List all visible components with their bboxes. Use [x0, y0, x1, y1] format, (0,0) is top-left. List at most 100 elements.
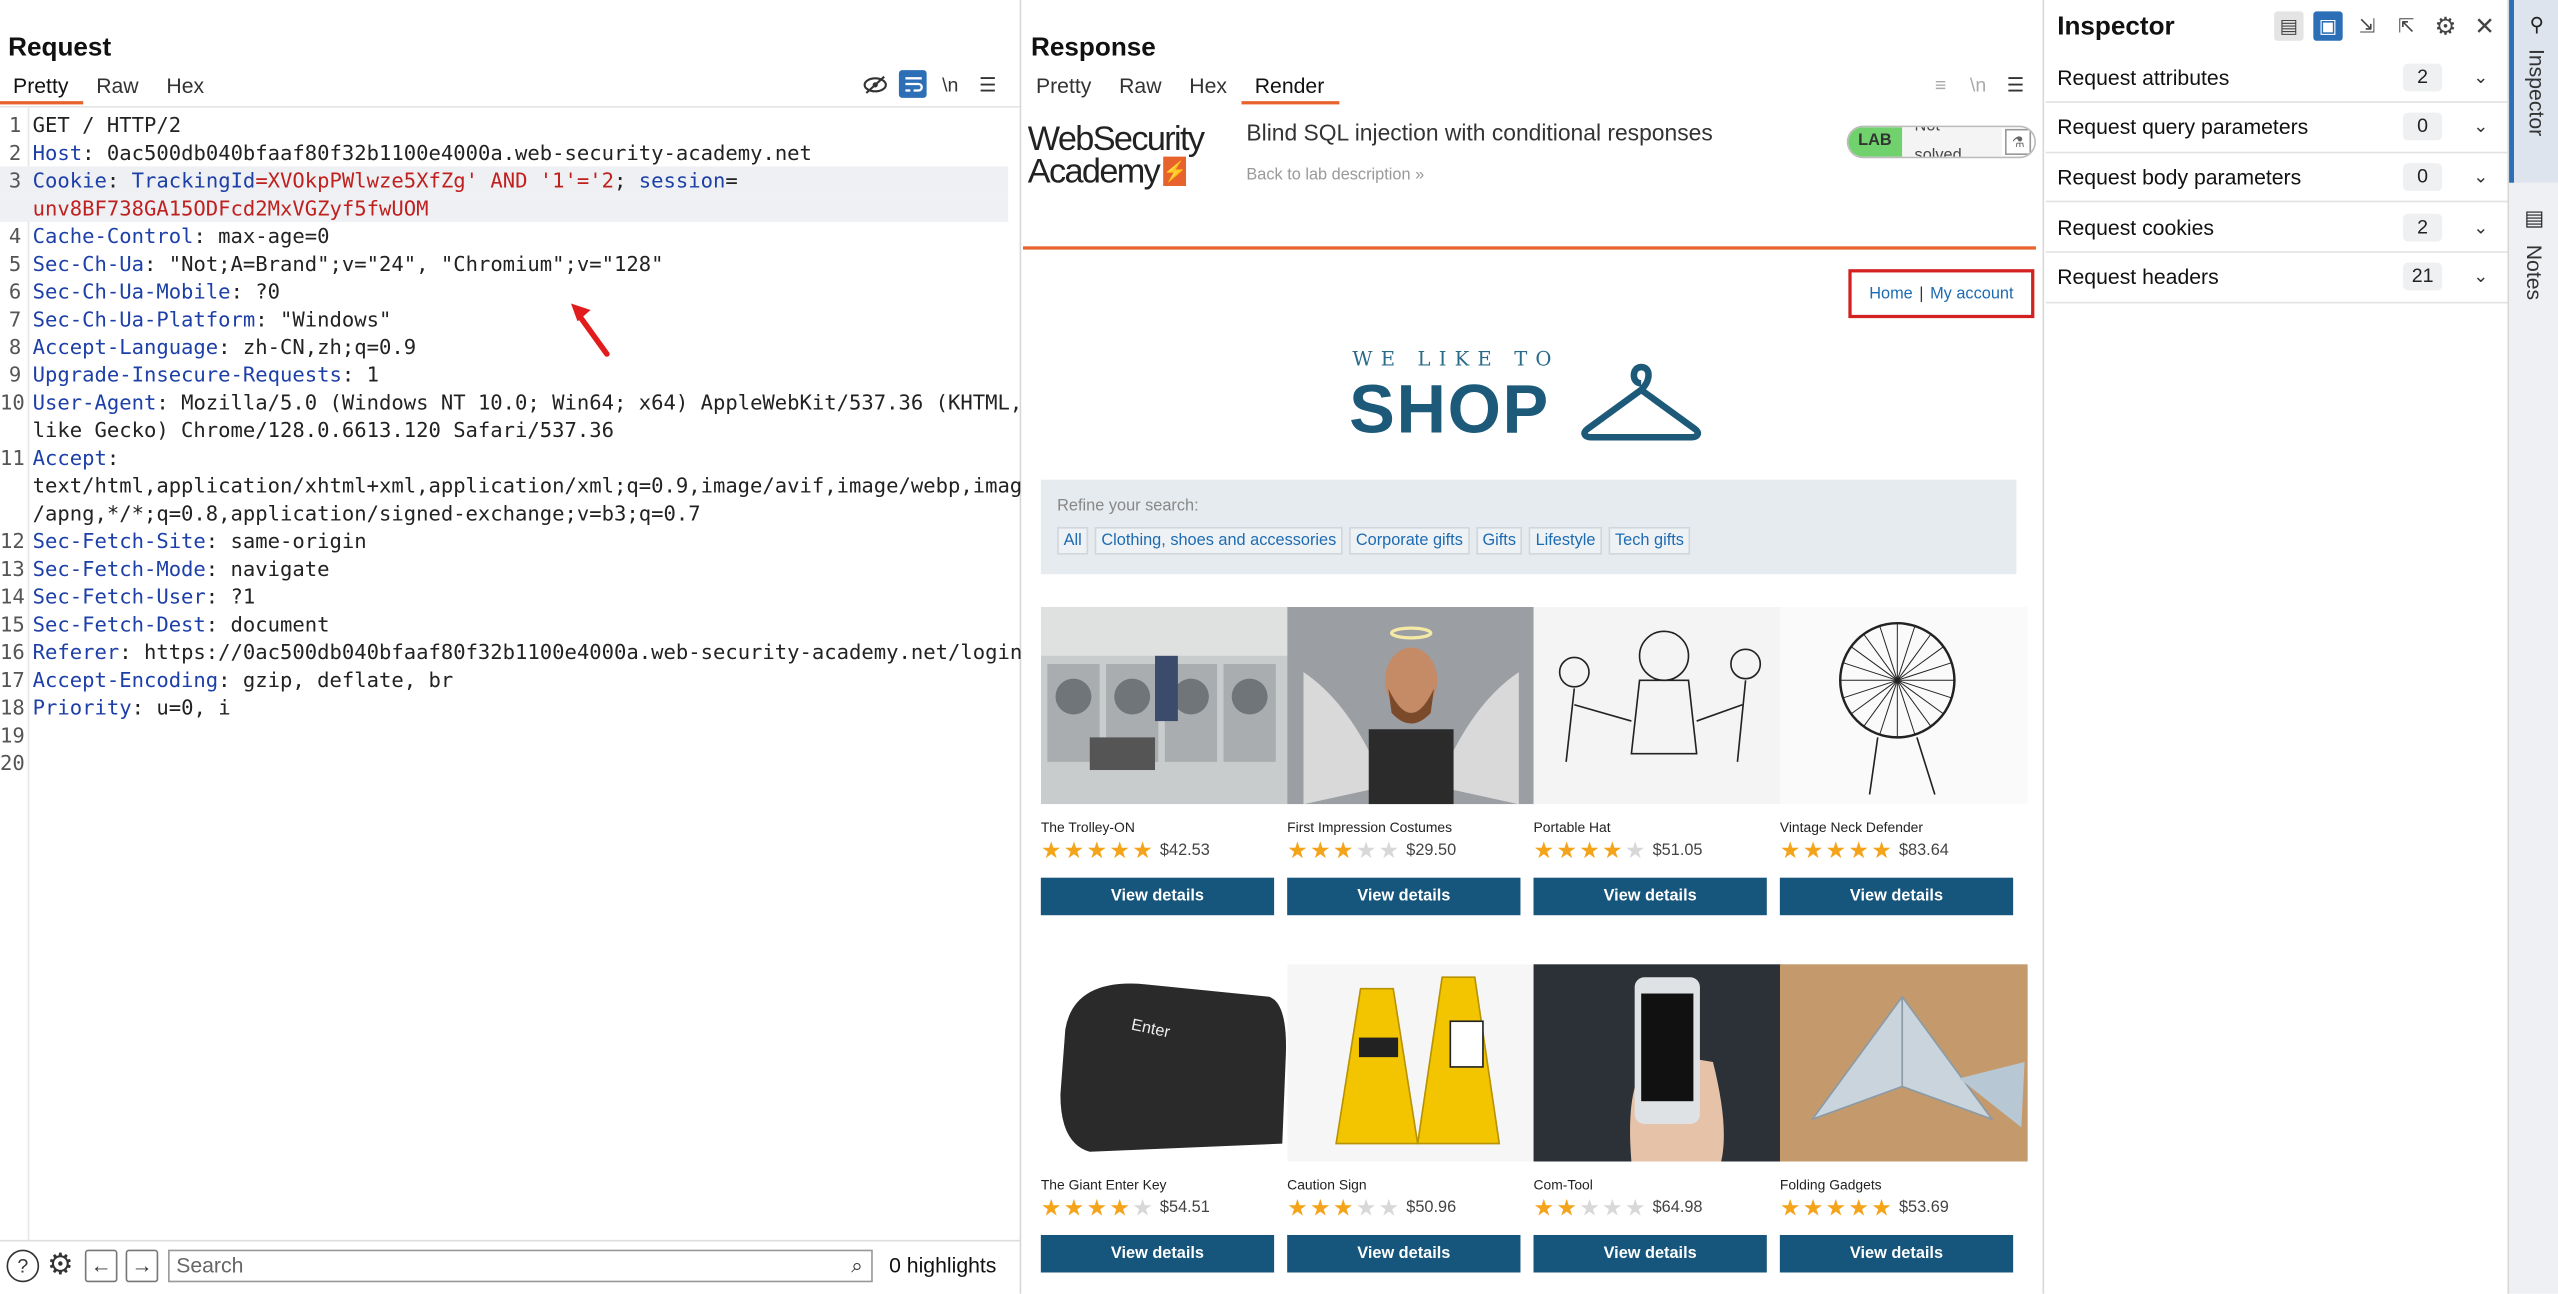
- response-title: Response: [1031, 34, 1156, 62]
- response-editor-tools: ≡ \n ☰: [1927, 70, 2030, 98]
- star-icon: ★: [1040, 836, 1062, 864]
- request-line: 20: [0, 749, 1008, 777]
- product-price: $29.50: [1406, 841, 1457, 860]
- nav-my-account-link[interactable]: My account: [1930, 285, 2013, 303]
- view-details-button[interactable]: View details: [1779, 877, 2014, 916]
- settings-gear-icon[interactable]: ⚙: [44, 1248, 77, 1282]
- side-tab-notes[interactable]: ▤ Notes: [2509, 206, 2558, 301]
- collapse-all-icon[interactable]: ⇱: [2392, 11, 2421, 40]
- star-icon: ★: [1355, 1194, 1377, 1221]
- header-name: Sec-Fetch-Dest: [32, 611, 206, 637]
- product-price: $51.05: [1652, 841, 1703, 860]
- view-details-button[interactable]: View details: [1533, 877, 1767, 916]
- star-icon: ★: [1040, 1194, 1062, 1221]
- line-content: Cache-Control: max-age=0: [33, 222, 330, 250]
- category-lifestyle[interactable]: Lifestyle: [1529, 526, 1602, 555]
- header-value: :: [106, 168, 132, 193]
- header-name: Accept-Encoding: [32, 667, 219, 692]
- category-all[interactable]: All: [1057, 526, 1089, 555]
- inspector-tab-icon: ⚲: [2529, 13, 2544, 36]
- tab-hex[interactable]: Hex: [153, 72, 218, 105]
- product-price: $53.69: [1898, 1199, 1949, 1218]
- line-content: Sec-Fetch-Site: same-origin: [33, 527, 367, 555]
- response-panel: Response Pretty Raw Hex Render ≡ \n ☰ We…: [1022, 0, 2045, 1294]
- star-icon: ★: [1533, 1194, 1555, 1221]
- tab-pretty[interactable]: Pretty: [0, 72, 84, 105]
- previous-arrow-icon[interactable]: ←: [84, 1248, 118, 1282]
- inspector-section[interactable]: Request body parameters 0 ⌄: [2045, 152, 2508, 203]
- tab-raw[interactable]: Raw: [1106, 72, 1176, 105]
- side-tab-inspector[interactable]: ⚲ Inspector: [2509, 0, 2558, 183]
- newline-toggle-icon[interactable]: \n: [936, 70, 964, 98]
- help-icon[interactable]: ?: [6, 1248, 40, 1282]
- request-line: 9 Upgrade-Insecure-Requests: 1: [0, 361, 1008, 389]
- settings-gear-icon[interactable]: ⚙: [2431, 11, 2460, 41]
- header-name: Upgrade-Insecure-Requests: [32, 362, 342, 387]
- view-details-button[interactable]: View details: [1287, 1234, 1521, 1273]
- line-number: 13: [0, 556, 25, 581]
- newline-toggle-icon[interactable]: \n: [1964, 70, 1992, 98]
- expand-all-icon[interactable]: ⇲: [2352, 11, 2381, 40]
- star-icon: ★: [1378, 1194, 1400, 1221]
- chevron-down-icon[interactable]: ⌄: [2473, 216, 2488, 238]
- category-clothing[interactable]: Clothing, shoes and accessories: [1094, 526, 1343, 555]
- star-icon: ★: [1802, 1194, 1824, 1221]
- request-line: 1 GET / HTTP/2: [0, 111, 1008, 139]
- product-name: Portable Hat: [1533, 818, 1611, 836]
- next-arrow-icon[interactable]: →: [125, 1248, 159, 1282]
- view-details-button[interactable]: View details: [1533, 1234, 1767, 1273]
- chevron-down-icon[interactable]: ⌄: [2473, 166, 2488, 188]
- search-input[interactable]: Search ⌕: [168, 1248, 873, 1282]
- layout-list-icon[interactable]: ▤: [2274, 11, 2304, 41]
- inspector-section[interactable]: Request attributes 2 ⌄: [2045, 52, 2508, 103]
- view-details-button[interactable]: View details: [1287, 877, 1521, 916]
- close-icon[interactable]: ✕: [2470, 11, 2499, 41]
- line-content: Sec-Fetch-Dest: document: [33, 610, 330, 638]
- chevron-down-icon[interactable]: ⌄: [2473, 116, 2488, 138]
- tab-hex[interactable]: Hex: [1176, 72, 1241, 105]
- word-wrap-icon[interactable]: [898, 70, 927, 98]
- request-line: /apng,*/*;q=0.8,application/signed-excha…: [0, 499, 1008, 527]
- tab-pretty[interactable]: Pretty: [1023, 72, 1106, 105]
- header-name: TrackingId: [131, 168, 256, 193]
- category-corporate-gifts[interactable]: Corporate gifts: [1349, 526, 1470, 555]
- chevron-down-icon[interactable]: ⌄: [2473, 266, 2488, 288]
- star-icon: ★: [1556, 836, 1577, 864]
- star-icon: ★: [1287, 836, 1308, 864]
- notes-tab-icon: ▤: [2524, 205, 2545, 231]
- star-icon: ★: [1825, 836, 1847, 864]
- inspector-section[interactable]: Request cookies 2 ⌄: [2045, 202, 2508, 254]
- product-image: [1533, 964, 1782, 1162]
- star-icon: ★: [1624, 836, 1646, 864]
- star-icon: ★: [1848, 1194, 1869, 1221]
- view-details-button[interactable]: View details: [1779, 1234, 2014, 1273]
- header-value: : same-origin: [205, 528, 367, 554]
- back-to-lab-link[interactable]: Back to lab description »: [1246, 166, 1424, 184]
- inspector-section[interactable]: Request query parameters 0 ⌄: [2045, 102, 2508, 153]
- side-tab-inspector-label: Inspector: [2524, 48, 2550, 137]
- star-icon: ★: [1132, 836, 1153, 864]
- request-line: 11 Accept:: [0, 444, 1008, 472]
- hide-nonprintable-icon[interactable]: [861, 70, 889, 98]
- layout-split-icon[interactable]: ▣: [2313, 11, 2343, 41]
- request-line: 10 User-Agent: Mozilla/5.0 (Windows NT 10…: [0, 388, 1022, 416]
- header-name: Sec-Fetch-Site: [32, 528, 206, 554]
- hanger-icon: [1581, 363, 1702, 441]
- request-line: 2 Host: 0ac500db040bfaaf80f32b1100e4000a.…: [0, 139, 1008, 167]
- menu-icon[interactable]: ☰: [974, 70, 1002, 98]
- request-line: 7 Sec-Ch-Ua-Platform: "Windows": [0, 305, 1008, 333]
- nav-home-link[interactable]: Home: [1869, 285, 1913, 303]
- view-details-button[interactable]: View details: [1040, 877, 1275, 916]
- shop-tagline: WE LIKE TO: [1352, 347, 1560, 371]
- view-details-button[interactable]: View details: [1040, 1234, 1275, 1273]
- category-tech-gifts[interactable]: Tech gifts: [1608, 526, 1691, 555]
- tab-raw[interactable]: Raw: [83, 72, 153, 105]
- line-content: Sec-Fetch-User: ?1: [33, 582, 256, 610]
- request-editor[interactable]: 1 GET / HTTP/2 2 Host: 0ac500db040bfaaf80f3…: [0, 106, 1035, 1242]
- inspector-section[interactable]: Request headers 21 ⌄: [2045, 253, 2508, 304]
- chevron-down-icon[interactable]: ⌄: [2473, 66, 2488, 88]
- tab-render[interactable]: Render: [1241, 72, 1339, 105]
- menu-icon[interactable]: ☰: [2002, 70, 2030, 98]
- word-wrap-icon[interactable]: ≡: [1927, 70, 1955, 98]
- category-gifts[interactable]: Gifts: [1475, 526, 1523, 555]
